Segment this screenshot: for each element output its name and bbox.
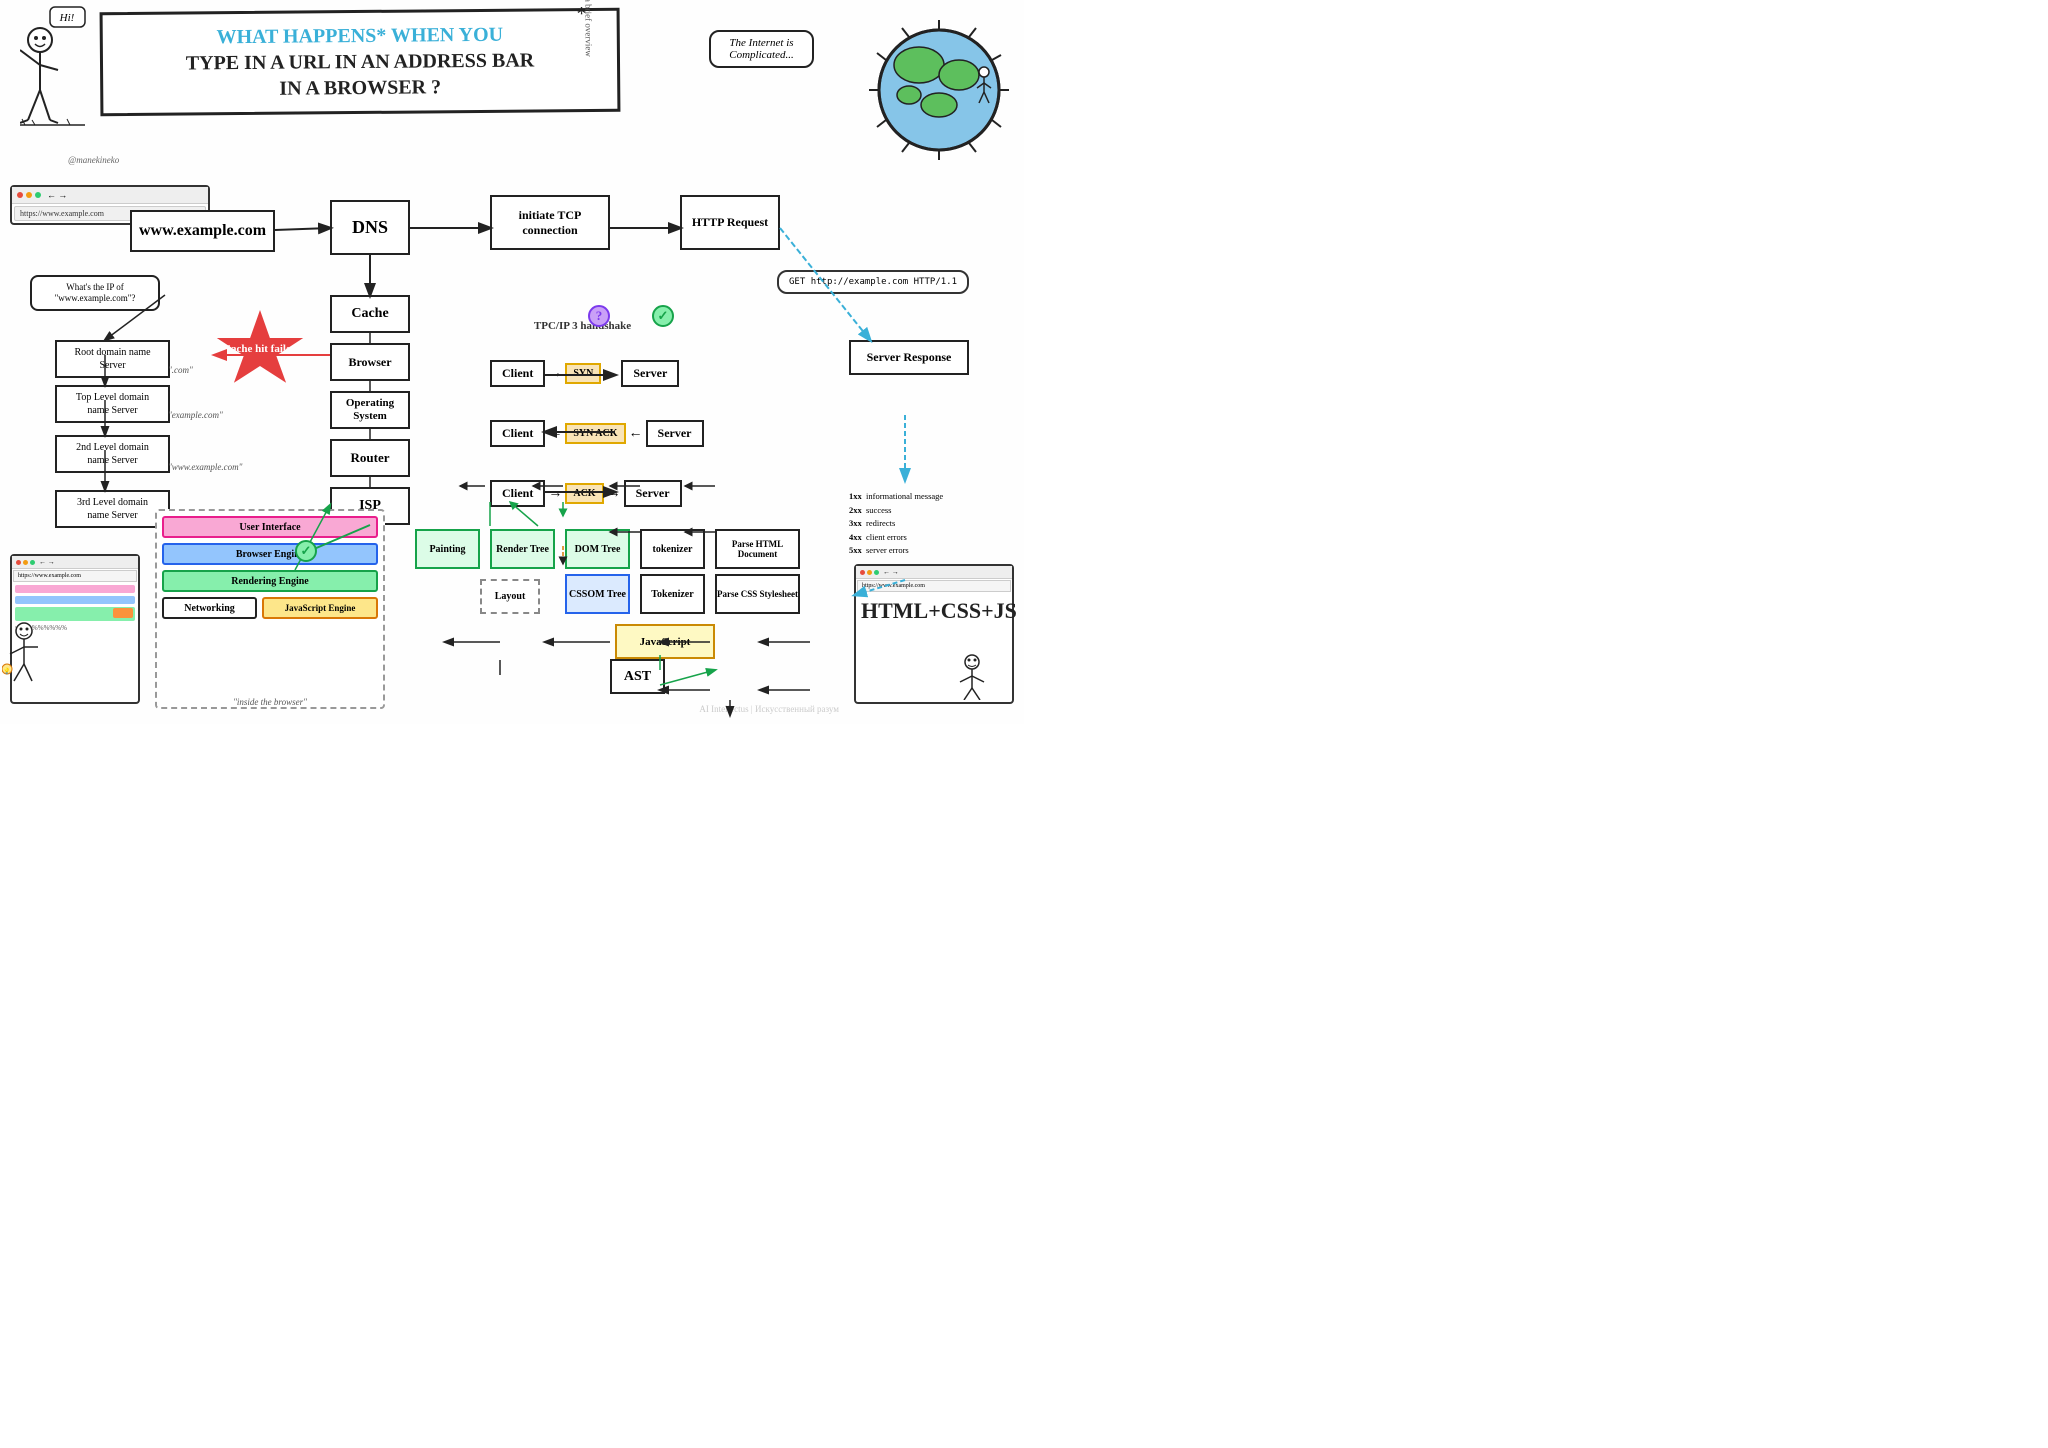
server-response-box: Server Response bbox=[849, 340, 969, 375]
tld-dns-server: Top Level domain name Server bbox=[55, 385, 170, 423]
code-4xx: 4xx client errors bbox=[849, 531, 979, 545]
third-level-dns: 3rd Level domain name Server bbox=[55, 490, 170, 528]
inside-browser-label: "inside the browser" bbox=[233, 697, 307, 707]
ack-badge: ACK bbox=[565, 483, 603, 504]
tokenizer-2-box: Tokenizer bbox=[640, 574, 705, 614]
svg-text:💡: 💡 bbox=[3, 667, 10, 675]
cache-layer-cache: Cache bbox=[330, 295, 410, 333]
cache-layer-os: Operating System bbox=[330, 391, 410, 429]
client-1: Client bbox=[490, 360, 545, 387]
question-badge: ? bbox=[588, 305, 610, 327]
author-label: @manekineko bbox=[68, 155, 119, 165]
main-title: What Happens* When You Type In A URL In … bbox=[121, 21, 600, 103]
server-2: Server bbox=[646, 420, 704, 447]
code-3xx: 3xx redirects bbox=[849, 517, 979, 531]
cssom-tree-box: CSSOM Tree bbox=[565, 574, 630, 614]
html-css-js-label: HTML+CSS+JS bbox=[856, 593, 1012, 629]
example-label: "example.com" bbox=[168, 410, 223, 420]
browser-dot-green bbox=[35, 192, 41, 198]
tcp-connection-box: initiate TCP connection bbox=[490, 195, 610, 250]
root-dns-server: Root domain name Server bbox=[55, 340, 170, 378]
parse-css-box: Parse CSS Stylesheet bbox=[715, 574, 800, 614]
http-codes-list: 1xx informational message 2xx success 3x… bbox=[849, 490, 979, 558]
dns-query-bubble: What's the IP of "www.example.com"? bbox=[30, 275, 160, 311]
com-label: ".com" bbox=[168, 365, 193, 375]
arrow-right-2: → bbox=[604, 366, 618, 382]
http-request-box: HTTP Request bbox=[680, 195, 780, 250]
handshake-row-3: Client → ACK → Server bbox=[490, 480, 682, 507]
client-2: Client bbox=[490, 420, 545, 447]
title-box: * What Happens* When You Type In A URL I… bbox=[100, 8, 621, 117]
ui-layer: User Interface bbox=[162, 516, 378, 538]
watermark: AI Intellectus | Искусственный разум bbox=[699, 704, 839, 714]
server-1: Server bbox=[621, 360, 679, 387]
painting-box: Painting bbox=[415, 529, 480, 569]
arrow-right-3: → bbox=[548, 486, 562, 502]
dom-tree-box: DOM Tree bbox=[565, 529, 630, 569]
browser-dot-red bbox=[17, 192, 23, 198]
cache-hit-failed-badge: Cache hit failed bbox=[215, 310, 305, 390]
arrow-right-1: → bbox=[548, 366, 562, 382]
handshake-label: TPC/IP 3 handshake bbox=[530, 320, 635, 332]
brief-overview-label: * a brief overview bbox=[584, 0, 595, 57]
syn-badge: SYN bbox=[565, 363, 601, 384]
globe-icon bbox=[869, 20, 1009, 160]
inside-browser-panel: User Interface Browser Engine Rendering … bbox=[155, 509, 385, 709]
ast-box: AST bbox=[610, 659, 665, 694]
svg-text:Hi!: Hi! bbox=[59, 12, 75, 24]
server-3: Server bbox=[624, 480, 682, 507]
render-tree-box: Render Tree bbox=[490, 529, 555, 569]
cache-layer-browser: Browser bbox=[330, 343, 410, 381]
javascript-box: JavaScript bbox=[615, 624, 715, 659]
www-label: "www.example.com" bbox=[168, 462, 242, 472]
arrow-left-2: ← bbox=[629, 426, 643, 442]
http-codes-box: 1xx informational message 2xx success 3x… bbox=[849, 490, 979, 558]
stick-figure-left: Hi! bbox=[20, 5, 90, 135]
browser-dot-yellow bbox=[26, 192, 32, 198]
url-box: www.example.com bbox=[130, 210, 275, 252]
parse-html-box: Parse HTML Document bbox=[715, 529, 800, 569]
js-engine-layer: JavaScript Engine bbox=[262, 597, 378, 619]
handshake-row-2: Client ← SYN ACK ← Server bbox=[490, 420, 704, 447]
dns-box: DNS bbox=[330, 200, 410, 255]
checkmark-badge-2: ✓ bbox=[295, 540, 317, 562]
get-request-cloud: GET http://example.com HTTP/1.1 bbox=[777, 270, 969, 294]
code-2xx: 2xx success bbox=[849, 504, 979, 518]
layout-box: Layout bbox=[480, 579, 540, 614]
networking-layer: Networking bbox=[162, 597, 257, 619]
code-1xx: 1xx informational message bbox=[849, 490, 979, 504]
main-canvas: * What Happens* When You Type In A URL I… bbox=[0, 0, 1024, 724]
tokenizer-box: tokenizer bbox=[640, 529, 705, 569]
arrow-right-4: → bbox=[607, 486, 621, 502]
browser-engine-layer: Browser Engine bbox=[162, 543, 378, 565]
second-level-dns: 2nd Level domain name Server bbox=[55, 435, 170, 473]
checkmark-badge-1: ✓ bbox=[652, 305, 674, 327]
output-browser: ← → https://www.example.com HTML+CSS+JS bbox=[854, 564, 1014, 704]
syn-ack-badge: SYN ACK bbox=[565, 423, 625, 444]
internet-speech-bubble: The Internet is Complicated... bbox=[709, 30, 814, 68]
arrow-left-1: ← bbox=[548, 426, 562, 442]
handshake-row-1: Client → SYN → Server bbox=[490, 360, 679, 387]
rendering-engine-layer: Rendering Engine bbox=[162, 570, 378, 592]
nav-arrows: ← → bbox=[47, 190, 67, 200]
stick-figure-bottom-left: 💡 bbox=[2, 619, 47, 699]
code-5xx: 5xx server errors bbox=[849, 544, 979, 558]
client-3: Client bbox=[490, 480, 545, 507]
cache-layer-router: Router bbox=[330, 439, 410, 477]
